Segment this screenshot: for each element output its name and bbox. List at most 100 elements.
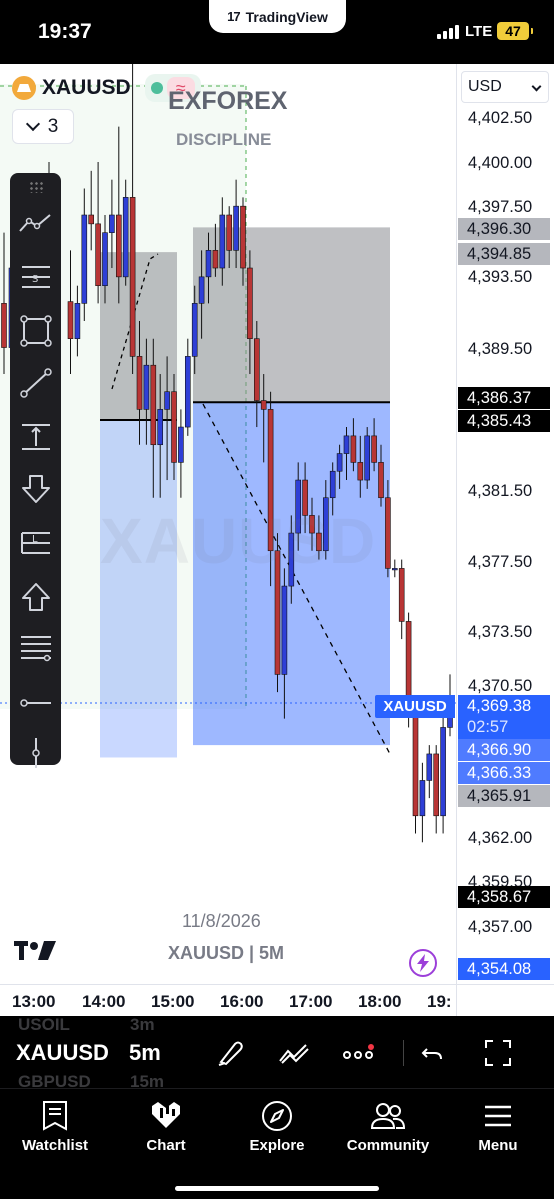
drag-handle-icon[interactable] [29,181,43,193]
candle-up [178,426,184,463]
axis-corner [456,984,554,1016]
fib-tool[interactable] [16,629,56,669]
candle-down [378,462,384,499]
short-position-tool[interactable]: S [16,257,56,297]
vertical-line-icon [32,738,40,768]
candle-up [343,435,350,454]
price-tick: 4,400.00 [468,154,533,172]
candle-down [129,197,136,357]
price-badge-entry: 4,385.43 [458,410,550,432]
tab-label: Chart [146,1137,186,1154]
tab-explore[interactable]: Explore [222,1097,332,1154]
horizontal-ray-tool[interactable] [16,683,56,723]
overlay-subtitle: DISCIPLINE [176,130,272,149]
tab-community[interactable]: Community [333,1097,443,1154]
candle-up [164,391,170,410]
toolbar-divider [403,1040,404,1066]
price-badge-target: 4,366.90 [458,739,550,761]
price-tick: 4,397.50 [468,198,533,216]
trendline-tool[interactable] [16,363,56,403]
battery-icon: 47 [497,22,533,40]
arrow-down-icon [22,475,50,503]
candle-down [240,205,246,269]
buy-arrow-tool[interactable] [16,577,56,617]
watchlist-icon [0,1097,110,1135]
ghost-timeframe: 15m [130,1072,165,1088]
tab-menu[interactable]: Menu [443,1097,553,1154]
brush-icon[interactable] [213,1036,247,1070]
tab-watchlist[interactable]: Watchlist [0,1097,110,1154]
time-tick: 17:00 [289,992,333,1011]
price-tick: 4,362.00 [468,829,533,847]
candle-down [67,301,74,340]
tab-label: Explore [249,1137,305,1154]
community-icon [333,1097,443,1135]
interval-selector[interactable]: 3 [12,109,74,144]
trend-pattern-tool[interactable] [16,203,56,243]
lightning-icon[interactable] [409,949,437,977]
candle-down [371,435,377,463]
candle-up [336,453,343,472]
price-tick: 4,370.50 [468,677,533,695]
candle-up [122,197,129,278]
network-label: LTE [465,23,493,40]
svg-text:L: L [32,534,38,545]
candle-down [95,223,101,286]
tab-bar: Watchlist Chart Explore Community Menu [0,1088,554,1199]
tab-chart[interactable]: Chart [111,1097,221,1154]
price-tick: 4,389.50 [468,340,533,358]
symbol-name[interactable]: XAUUSD [42,76,131,100]
time-axis[interactable]: 13:00 14:00 15:00 16:00 17:00 18:00 19: [0,984,456,1016]
price-tick: 4,393.50 [468,268,533,286]
horizontal-line-icon [20,699,51,707]
tab-label: Menu [478,1137,518,1154]
rectangle-icon [20,315,52,347]
price-range-tool[interactable] [16,417,56,457]
time-tick: 13:00 [12,992,56,1011]
time-tick: 14:00 [82,992,126,1011]
tradingview-logo-icon: 17 [227,9,241,24]
indicators-icon[interactable] [277,1036,311,1070]
price-axis[interactable]: USD 4,402.50 4,400.00 4,397.50 4,396.30 … [456,64,554,984]
price-badge-stop: 4,396.30 [458,218,550,240]
rectangle-tool[interactable] [16,311,56,351]
overlay-title: EXFOREX [168,87,288,115]
long-position-tool[interactable]: L [16,523,56,563]
date-label: 11/8/2026 [182,911,261,931]
status-time: 19:37 [38,20,92,43]
candle-up [102,232,108,286]
menu-icon [443,1097,553,1135]
price-tick: 4,357.00 [468,918,533,936]
candle-down [212,250,219,269]
sell-arrow-tool[interactable] [16,469,56,509]
vertical-line-tool[interactable] [16,733,56,773]
candle-up [198,276,205,304]
gold-coin-icon [12,76,36,100]
compass-icon [222,1097,332,1135]
time-tick: 16:00 [220,992,264,1011]
symbol-timeframe-label: XAUUSD | 5M [168,943,285,963]
tradingview-pill[interactable]: 17 TradingView [209,0,346,33]
undo-icon[interactable] [416,1036,450,1070]
tradingview-logo-icon[interactable] [14,940,58,967]
candle-down [1,303,7,348]
fib-lines-icon [21,636,51,662]
price-range-icon [22,424,50,450]
timeframe-selector[interactable]: 5m [129,1040,161,1066]
candle-down [350,435,357,463]
candle-up [143,364,150,410]
symbol-watermark: XAUUSD [100,505,377,577]
symbol-selector[interactable]: XAUUSD [16,1040,108,1066]
price-badge-target: 4,366.33 [458,762,550,784]
chart-area[interactable]: XAUUSD XAUUSD ≈ EXFOREX DISCIPLINE 3 S L… [0,64,456,984]
candle-up [109,214,115,233]
currency-select[interactable]: USD [461,71,549,103]
time-tick: 19: [427,992,452,1011]
candle-up [440,727,446,817]
fullscreen-icon[interactable] [481,1036,515,1070]
time-tick: 18:00 [358,992,402,1011]
price-badge-stop: 4,394.85 [458,243,550,265]
candle-down [412,709,419,817]
more-icon[interactable] [342,1036,376,1070]
price-badge-entry: 4,386.37 [458,387,550,409]
